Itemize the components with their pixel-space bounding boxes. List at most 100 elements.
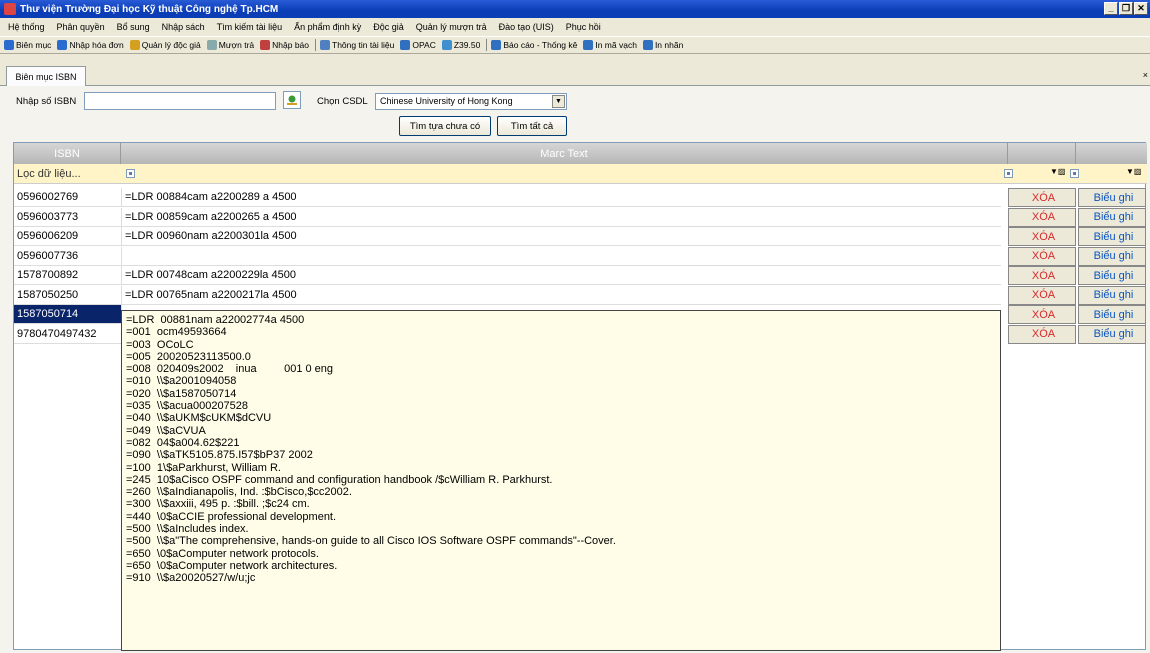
marc-line: =260 \\$aIndianapolis, Ind. :$bCisco,$cc… [126, 486, 352, 499]
db-label: Chọn CSDL [317, 96, 368, 107]
isbn-cell[interactable]: 9780470497432 [14, 325, 121, 344]
menu-item[interactable]: Độc giả [373, 22, 404, 32]
menu-item[interactable]: Phục hồi [566, 22, 601, 32]
toolbar-invoice-button[interactable]: Nhập hóa đơn [57, 40, 124, 50]
toolbar-info-button[interactable]: Thông tin tài liệu [320, 40, 394, 50]
filter-input[interactable]: Lọc dữ liệu... [17, 168, 81, 180]
toolbar: Biên mục Nhập hóa đơn Quản lý độc giả Mượn … [0, 36, 1150, 54]
minimize-button[interactable]: _ [1104, 2, 1118, 15]
globe-icon [441, 40, 452, 50]
marc-line: =082 04$a004.62$221 [126, 436, 240, 449]
filter-delete-icon[interactable] [1004, 169, 1013, 178]
table-row[interactable]: 0596003773 =LDR 00859cam a2200265 a 4500 X… [14, 207, 1147, 227]
menu-item[interactable]: Phân quyền [57, 22, 105, 32]
record-button[interactable]: Biểu ghi [1078, 227, 1146, 246]
printer-icon [642, 40, 653, 50]
toolbar-users-button[interactable]: Quản lý độc giả [129, 40, 201, 50]
menu-item[interactable]: Bổ sung [117, 22, 150, 32]
toolbar-label: Z39.50 [453, 40, 481, 50]
toolbar-printer-button[interactable]: In mã vạch [583, 40, 637, 50]
table-row[interactable]: 1587050250 =LDR 00765nam a2200217la 4500 X… [14, 285, 1147, 305]
marc-line: =049 \\$aCVUA [126, 424, 206, 437]
isbn-cell[interactable]: 1578700892 [14, 266, 121, 285]
db-select[interactable]: Chinese University of Hong Kong ▼ [375, 93, 567, 110]
download-icon[interactable] [283, 91, 301, 109]
marc-cell[interactable]: =LDR 00765nam a2200217la 4500 [121, 285, 1001, 305]
toolbar-report-button[interactable]: Báo cáo - Thống kê [491, 40, 577, 50]
marc-cell[interactable]: =LDR 00859cam a2200265 a 4500 [121, 207, 1001, 227]
newspaper-icon [260, 40, 271, 50]
delete-button[interactable]: XÓA [1008, 246, 1076, 266]
table-row[interactable]: 0596006209 =LDR 00960nam a2200301la 4500 X… [14, 227, 1147, 246]
delete-button[interactable]: XÓA [1008, 285, 1076, 305]
record-button[interactable]: Biểu ghi [1078, 324, 1146, 344]
col-header-isbn[interactable]: ISBN [14, 143, 121, 164]
isbn-cell[interactable]: 0596006209 [14, 227, 121, 246]
marc-cell[interactable]: =LDR 00884cam a2200289 a 4500 [121, 188, 1001, 207]
menu-item[interactable]: Tìm kiếm tài liệu [217, 22, 283, 32]
restore-button[interactable]: ❐ [1119, 2, 1133, 15]
isbn-cell[interactable]: 0596002769 [14, 188, 121, 207]
record-button[interactable]: Biểu ghi [1078, 188, 1146, 207]
filter-record-icon[interactable] [1070, 169, 1079, 178]
marc-line: =005 20020523113500.0 [126, 350, 251, 363]
marc-cell[interactable] [121, 246, 1001, 266]
menu-item[interactable]: Ấn phẩm định kỳ [294, 22, 361, 32]
marc-line: =100 1\$aParkhurst, William R. [126, 461, 281, 474]
isbn-input[interactable] [84, 92, 276, 110]
menu-item[interactable]: Nhập sách [162, 22, 205, 32]
toolbar-globe-button[interactable]: Z39.50 [441, 40, 481, 50]
toolbar-label: Nhập hóa đơn [69, 40, 124, 50]
toolbar-label: Quản lý độc giả [141, 40, 201, 50]
delete-button[interactable]: XÓA [1008, 227, 1076, 246]
toolbar-label: OPAC [412, 40, 436, 50]
marc-cell[interactable]: =LDR 00748cam a2200229la 4500 [121, 266, 1001, 285]
delete-button[interactable]: XÓA [1008, 207, 1076, 227]
delete-button[interactable]: XÓA [1008, 188, 1076, 207]
toolbar-printer-button[interactable]: In nhãn [642, 40, 683, 50]
table-row[interactable]: 0596002769 =LDR 00884cam a2200289 a 4500 X… [14, 188, 1147, 207]
delete-button[interactable]: XÓA [1008, 266, 1076, 285]
record-button[interactable]: Biểu ghi [1078, 207, 1146, 227]
marc-line: =300 \\$axxiii, 495 p. :$bill. ;$c24 cm. [126, 498, 310, 511]
menu-item[interactable]: Quản lý mượn trả [416, 22, 487, 32]
table-row[interactable]: 0596007736 XÓA Biểu ghi [14, 246, 1147, 266]
record-button[interactable]: Biểu ghi [1078, 305, 1146, 324]
toolbar-lend-button[interactable]: Mượn trả [206, 40, 255, 50]
tab-close-icon[interactable]: × [1143, 70, 1148, 80]
toolbar-label: Mượn trả [218, 40, 255, 50]
tab-bien-muc-isbn[interactable]: Biên mục ISBN [6, 66, 86, 86]
table-row[interactable]: 1578700892 =LDR 00748cam a2200229la 4500 X… [14, 266, 1147, 285]
isbn-cell[interactable]: 1587050714 [14, 305, 121, 324]
col-header-record [1076, 143, 1147, 164]
tab-strip: Biên mục ISBN × [0, 66, 1150, 86]
delete-button[interactable]: XÓA [1008, 324, 1076, 344]
record-button[interactable]: Biểu ghi [1078, 266, 1146, 285]
record-button[interactable]: Biểu ghi [1078, 285, 1146, 305]
isbn-grid: ISBN Marc Text Lọc dữ liệu... ▼▨ ▼▨ 0596… [13, 142, 1147, 651]
toolbar-label: In mã vạch [595, 40, 637, 50]
marc-cell[interactable]: =LDR 00960nam a2200301la 4500 [121, 227, 1001, 246]
record-button[interactable]: Biểu ghi [1078, 246, 1146, 266]
filter-dropdown-icon[interactable]: ▼▨ [1050, 167, 1065, 176]
filter-dropdown-icon-2[interactable]: ▼▨ [1126, 167, 1141, 176]
isbn-cell[interactable]: 0596007736 [14, 247, 121, 266]
delete-button[interactable]: XÓA [1008, 305, 1076, 324]
find-missing-button[interactable]: Tìm tựa chưa có [399, 116, 491, 136]
toolbar-search-button[interactable]: OPAC [400, 40, 436, 50]
col-header-marc[interactable]: Marc Text [121, 143, 1008, 164]
isbn-cell[interactable]: 0596003773 [14, 208, 121, 227]
app-icon [4, 3, 16, 15]
toolbar-book-button[interactable]: Biên mục [4, 40, 51, 50]
isbn-cell[interactable]: 1587050250 [14, 286, 121, 305]
close-button[interactable]: ✕ [1134, 2, 1148, 15]
toolbar-newspaper-button[interactable]: Nhập báo [260, 40, 309, 50]
report-icon [491, 40, 502, 50]
toolbar-separator [486, 39, 488, 51]
menu-item[interactable]: Đào tạo (UIS) [499, 22, 554, 32]
find-all-button[interactable]: Tìm tất cả [497, 116, 567, 136]
menu-item[interactable]: Hệ thống [8, 22, 45, 32]
marc-line: =035 \\$acua000207528 [126, 400, 249, 413]
filter-marc-icon[interactable] [126, 169, 135, 178]
marc-line: =090 \\$aTK5105.875.I57$bP37 2002 [126, 449, 313, 462]
